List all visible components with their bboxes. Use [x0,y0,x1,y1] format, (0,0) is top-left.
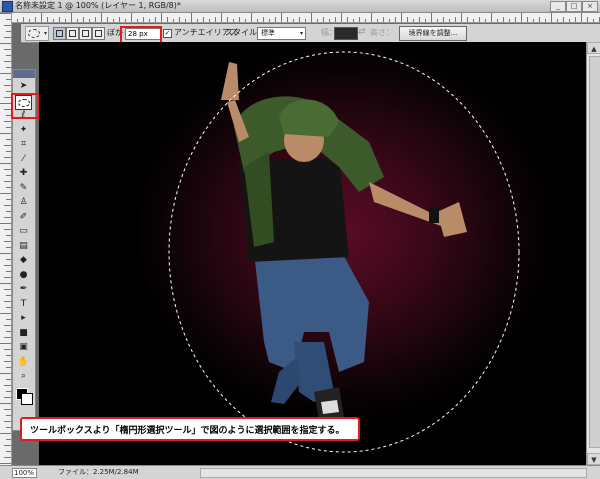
zoom-tool-icon[interactable]: ⌕ [16,370,31,383]
width-field [334,27,358,40]
vertical-ruler [0,13,12,465]
eyedropper-tool-icon[interactable]: ⁄ [16,153,31,166]
window-title: 名称未設定 1 @ 100% (レイヤー 1, RGB/8)* [15,1,181,10]
close-button[interactable]: × [582,1,598,12]
toolbox-header[interactable] [13,70,35,78]
type-tool-icon[interactable]: T [16,298,31,311]
new-selection-mode[interactable] [53,27,66,40]
vertical-scroll-thumb[interactable] [589,56,600,448]
dancer-photo [168,51,520,453]
chevron-down-icon: ▾ [43,30,47,37]
scroll-up-button[interactable]: ▲ [587,42,600,54]
brush-tool-icon[interactable]: ✎ [16,182,31,195]
subtract-from-selection-mode[interactable] [79,27,92,40]
file-size-info[interactable]: ファイル：2.25M/2.84M [58,466,139,479]
instruction-caption: ツールボックスより「楕円形選択ツール」で図のように選択範囲を指定する。 [20,417,360,441]
title-bar: 名称未設定 1 @ 100% (レイヤー 1, RGB/8)* _ □ × [0,0,600,13]
healing-brush-tool-icon[interactable]: ✚ [16,167,31,180]
gradient-tool-icon[interactable]: ▤ [16,240,31,253]
elliptical-marquee-icon [28,29,40,38]
path-selection-tool-icon[interactable]: ▸ [16,312,31,325]
dodge-tool-icon[interactable]: ● [16,269,31,282]
swap-icon: ⇄ [358,27,366,37]
document-canvas[interactable] [39,42,586,465]
scroll-down-button[interactable]: ▼ [587,453,600,465]
eraser-tool-icon[interactable]: ▭ [16,225,31,238]
intersect-selection-mode[interactable] [92,27,105,40]
zoom-level-field[interactable]: 100% [12,468,37,478]
horizontal-scrollbar[interactable] [200,468,587,478]
refine-edge-button[interactable]: 境界線を調整... [399,26,467,41]
vertical-scrollbar[interactable]: ▲ ▼ [586,42,600,465]
chevron-down-icon: ▾ [299,30,303,37]
height-label: 高さ： [370,28,394,37]
toolbox: ➤ ℓ ✦ ⌗ ⁄ ✚ ✎ ♙ ✐ ▭ ▤ ◆ ● ✒ T ▸ ■ ▣ ✋ ⌕ [12,69,36,431]
background-color-swatch[interactable] [21,393,33,405]
options-bar: ▾ ぼかし： 28 px ✓ アンチエイリアス スタイル： 標準 ▾ 幅： ⇄ … [21,24,600,43]
pen-tool-icon[interactable]: ✒ [16,283,31,296]
active-tool-highlight [11,93,40,119]
status-bar: 100% ファイル：2.25M/2.84M [0,465,600,479]
blur-tool-icon[interactable]: ◆ [16,254,31,267]
style-select[interactable]: 標準 ▾ [257,27,306,40]
move-tool-icon[interactable]: ➤ [16,80,31,93]
magic-wand-tool-icon[interactable]: ✦ [16,124,31,137]
maximize-button[interactable]: □ [566,1,582,12]
notes-tool-icon[interactable]: ▣ [16,341,31,354]
shape-tool-icon[interactable]: ■ [16,327,31,340]
add-to-selection-mode[interactable] [66,27,79,40]
history-brush-tool-icon[interactable]: ✐ [16,211,31,224]
crop-tool-icon[interactable]: ⌗ [16,138,31,151]
clone-stamp-tool-icon[interactable]: ♙ [16,196,31,209]
antialias-checkbox[interactable]: ✓ [163,29,172,38]
horizontal-ruler [11,13,600,23]
style-select-value: 標準 [261,29,275,37]
hand-tool-icon[interactable]: ✋ [16,356,31,369]
tool-preset-picker[interactable]: ▾ [25,26,49,41]
minimize-button[interactable]: _ [550,1,566,12]
document-icon [2,1,13,12]
